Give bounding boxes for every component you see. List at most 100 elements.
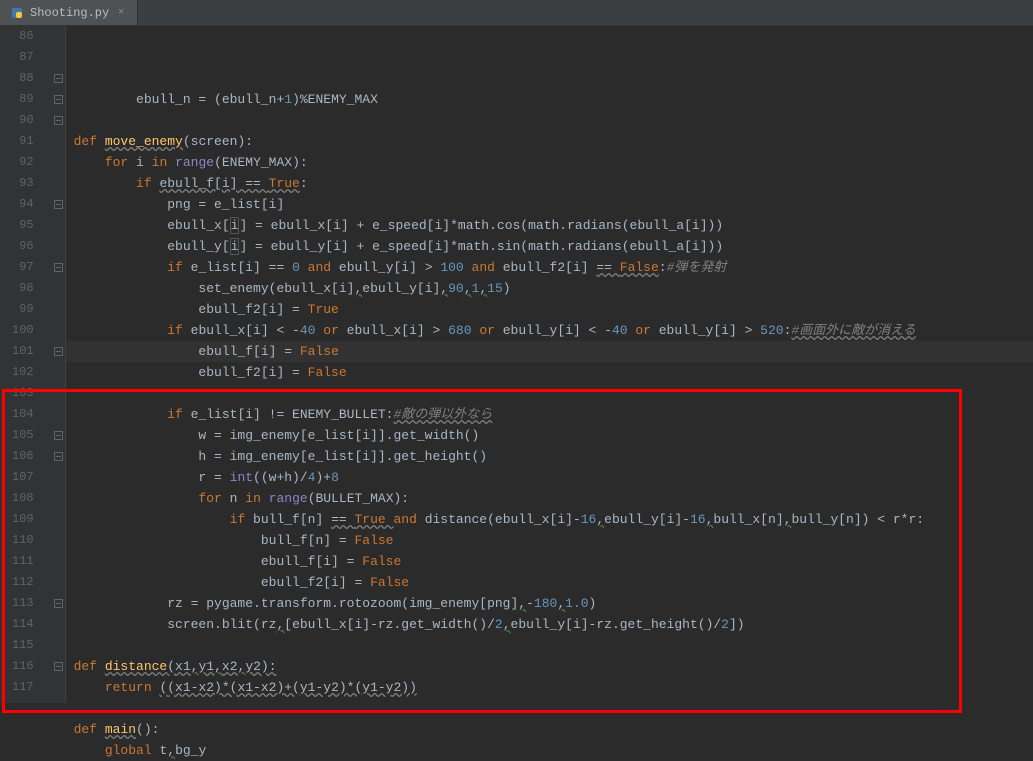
line-number: 98: [12, 278, 34, 299]
line-number: 87: [12, 47, 34, 68]
code-line[interactable]: w = img_enemy[e_list[i]].get_width(): [74, 425, 1033, 446]
fold-marker[interactable]: [52, 593, 65, 614]
code-line[interactable]: for i in range(ENEMY_MAX):: [74, 152, 1033, 173]
code-line[interactable]: def main():: [74, 719, 1033, 740]
file-tab[interactable]: Shooting.py ×: [0, 0, 138, 25]
fold-marker[interactable]: [52, 425, 65, 446]
code-line[interactable]: ebull_f[i] = False: [74, 341, 1033, 362]
code-line[interactable]: ebull_f2[i] = True: [74, 299, 1033, 320]
code-line[interactable]: png = e_list[i]: [74, 194, 1033, 215]
fold-marker[interactable]: [52, 278, 65, 299]
code-line[interactable]: ebull_x[i] = ebull_x[i] + e_speed[i]*mat…: [74, 215, 1033, 236]
code-line[interactable]: def distance(x1,y1,x2,y2):: [74, 656, 1033, 677]
code-line[interactable]: if ebull_x[i] < -40 or ebull_x[i] > 680 …: [74, 320, 1033, 341]
code-line[interactable]: def move_enemy(screen):: [74, 131, 1033, 152]
line-number: 108: [12, 488, 34, 509]
line-number: 88: [12, 68, 34, 89]
code-line[interactable]: set_enemy(ebull_x[i],ebull_y[i],90,1,15): [74, 278, 1033, 299]
code-line[interactable]: [74, 635, 1033, 656]
code-line[interactable]: ebull_f2[i] = False: [74, 362, 1033, 383]
fold-marker[interactable]: [52, 236, 65, 257]
python-file-icon: [10, 6, 24, 20]
fold-marker[interactable]: [52, 152, 65, 173]
line-number: 97: [12, 257, 34, 278]
close-icon[interactable]: ×: [115, 7, 127, 19]
fold-marker[interactable]: [52, 614, 65, 635]
line-number: 96: [12, 236, 34, 257]
fold-marker[interactable]: [52, 257, 65, 278]
fold-marker[interactable]: [52, 68, 65, 89]
code-line[interactable]: if e_list[i] == 0 and ebull_y[i] > 100 a…: [74, 257, 1033, 278]
fold-marker[interactable]: [52, 488, 65, 509]
fold-marker[interactable]: [52, 131, 65, 152]
fold-marker[interactable]: [52, 89, 65, 110]
code-line[interactable]: bull_f[n] = False: [74, 530, 1033, 551]
fold-marker[interactable]: [52, 404, 65, 425]
fold-marker[interactable]: [52, 299, 65, 320]
fold-marker[interactable]: [52, 194, 65, 215]
tab-label: Shooting.py: [30, 6, 109, 20]
code-line[interactable]: ebull_y[i] = ebull_y[i] + e_speed[i]*mat…: [74, 236, 1033, 257]
fold-marker[interactable]: [52, 383, 65, 404]
line-number: 107: [12, 467, 34, 488]
fold-marker[interactable]: [52, 635, 65, 656]
code-line[interactable]: ebull_f2[i] = False: [74, 572, 1033, 593]
fold-marker[interactable]: [52, 551, 65, 572]
code-area[interactable]: ebull_n = (ebull_n+1)%ENEMY_MAXdef move_…: [66, 26, 1033, 703]
code-line[interactable]: for n in range(BULLET_MAX):: [74, 488, 1033, 509]
fold-marker[interactable]: [52, 509, 65, 530]
line-number: 116: [12, 656, 34, 677]
fold-marker[interactable]: [52, 320, 65, 341]
fold-marker[interactable]: [52, 467, 65, 488]
fold-marker[interactable]: [52, 215, 65, 236]
code-editor[interactable]: 8687888990919293949596979899100101102103…: [0, 26, 1033, 703]
fold-marker[interactable]: [52, 362, 65, 383]
line-number: 106: [12, 446, 34, 467]
line-number: 111: [12, 551, 34, 572]
fold-marker[interactable]: [52, 173, 65, 194]
line-number: 112: [12, 572, 34, 593]
line-number: 104: [12, 404, 34, 425]
fold-marker[interactable]: [52, 110, 65, 131]
code-line[interactable]: if e_list[i] != ENEMY_BULLET:#敵の弾以外なら: [74, 404, 1033, 425]
line-number: 117: [12, 677, 34, 698]
line-number: 109: [12, 509, 34, 530]
line-number: 90: [12, 110, 34, 131]
code-line[interactable]: if bull_f[n] == True and distance(ebull_…: [74, 509, 1033, 530]
fold-marker[interactable]: [52, 47, 65, 68]
code-line[interactable]: screen.blit(rz,[ebull_x[i]-rz.get_width(…: [74, 614, 1033, 635]
code-line[interactable]: r = int((w+h)/4)+8: [74, 467, 1033, 488]
code-line[interactable]: return ((x1-x2)*(x1-x2)+(y1-y2)*(y1-y2)): [74, 677, 1033, 698]
line-number: 114: [12, 614, 34, 635]
fold-marker[interactable]: [52, 656, 65, 677]
fold-marker[interactable]: [52, 26, 65, 47]
fold-column: [52, 26, 66, 703]
code-line[interactable]: rz = pygame.transform.rotozoom(img_enemy…: [74, 593, 1033, 614]
code-line[interactable]: ebull_f[i] = False: [74, 551, 1033, 572]
code-line[interactable]: [74, 110, 1033, 131]
line-number: 93: [12, 173, 34, 194]
line-number: 99: [12, 299, 34, 320]
fold-marker[interactable]: [52, 530, 65, 551]
code-line[interactable]: global t,bg_y: [74, 740, 1033, 761]
fold-marker[interactable]: [52, 341, 65, 362]
code-line[interactable]: h = img_enemy[e_list[i]].get_height(): [74, 446, 1033, 467]
code-line[interactable]: [74, 698, 1033, 719]
fold-marker[interactable]: [52, 572, 65, 593]
line-number: 105: [12, 425, 34, 446]
line-number: 95: [12, 215, 34, 236]
line-number: 115: [12, 635, 34, 656]
line-number: 94: [12, 194, 34, 215]
line-number: 89: [12, 89, 34, 110]
code-line[interactable]: if ebull_f[i] == True:: [74, 173, 1033, 194]
fold-marker[interactable]: [52, 446, 65, 467]
line-number-gutter: 8687888990919293949596979899100101102103…: [0, 26, 52, 703]
code-line[interactable]: ebull_n = (ebull_n+1)%ENEMY_MAX: [74, 89, 1033, 110]
line-number: 100: [12, 320, 34, 341]
line-number: 110: [12, 530, 34, 551]
fold-marker[interactable]: [52, 677, 65, 698]
line-number: 91: [12, 131, 34, 152]
line-number: 92: [12, 152, 34, 173]
line-number: 113: [12, 593, 34, 614]
code-line[interactable]: [74, 383, 1033, 404]
